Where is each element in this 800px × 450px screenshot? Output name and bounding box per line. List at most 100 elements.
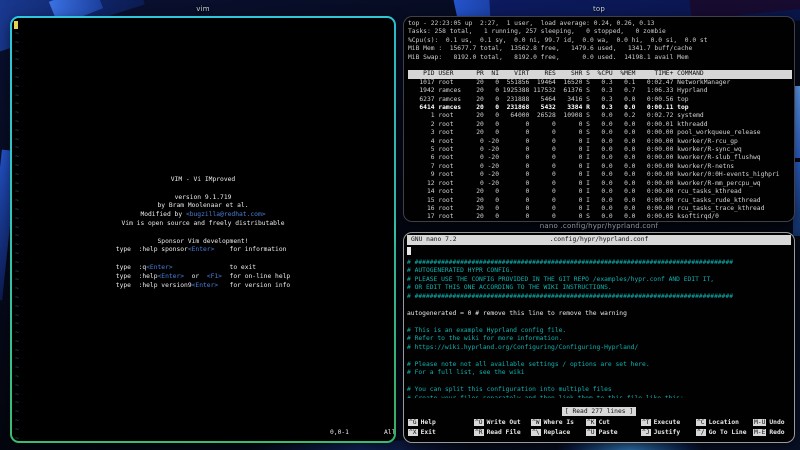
nano-cursor [407, 247, 411, 255]
terminal-text-line: for on-line help [221, 272, 291, 280]
terminal-text-line: Modified by <bugzilla@redhat.com> [140, 211, 265, 220]
window-title-nano: nano .config/hypr/hyprland.conf [539, 222, 659, 230]
shortcut-label: Exit [420, 429, 436, 436]
terminal-text-line [201, 229, 205, 236]
nano-shortcut-where-is: ^W Where Is [531, 418, 586, 428]
terminal-text-line: # https://wiki.hyprland.org/Configuring/… [407, 343, 639, 351]
top-terminal[interactable]: top - 22:23:05 up 2:27, 1 user, load ave… [404, 17, 794, 221]
terminal-text-line [201, 255, 205, 264]
nano-titlebar: GNU nano 7.2 .config/hypr/hyprland.conf [407, 235, 791, 245]
terminal-text-line: MiB Swap: 8192.0 total, 8192.0 free, 0.0… [408, 53, 689, 61]
terminal-text-line: for version info [218, 281, 291, 289]
terminal-text-line: 14 root 20 0 0 0 0 I 0.0 0.0 0:00.00 rcu… [408, 188, 742, 196]
shortcut-label: Read File [486, 429, 521, 436]
terminal-text-line [407, 352, 794, 361]
top-window[interactable]: top - 22:23:05 up 2:27, 1 user, load ave… [403, 16, 795, 222]
terminal-text-line: type :q<Enter> to exit [116, 264, 290, 273]
terminal-text-line: <Enter> [191, 281, 219, 289]
terminal-text-line: <Enter> [187, 246, 215, 254]
nano-shortcut-location: ^C Location [696, 418, 753, 428]
vim-statusline: 0,0-1 All [12, 429, 394, 438]
terminal-text-line: type :help sponsor [115, 246, 188, 254]
terminal-text-line: top - 22:23:05 up 2:27, 1 user, load ave… [408, 20, 655, 27]
terminal-text-line: ^X Exit ^R Read File ^\ Replace ^U Paste ^J Justi… [408, 428, 792, 438]
top-table-header: PID USER PR NI VIRT RES SHR S %CPU %MEM … [408, 70, 794, 79]
terminal-text-line: Tasks: 258 total, 1 running, 257 sleepin… [408, 28, 666, 36]
shortcut-key: ^K [586, 419, 596, 426]
nano-shortcut-justify: ^J Justify [641, 428, 696, 438]
shortcut-key: ^\ [531, 429, 541, 436]
shortcut-key: ^U [586, 429, 596, 436]
terminal-text-line: 3 root 20 0 0 0 0 S 0.0 0.0 0:00.00 pool… [408, 129, 761, 137]
terminal-text-line: MiB Mem : 15677.7 total, 13562.8 free, 1… [408, 45, 693, 53]
shortcut-key: ^X [408, 429, 418, 436]
terminal-text-line: by Bram Moolenaar et al. [157, 202, 249, 210]
shortcut-key: ^G [408, 419, 418, 426]
shortcut-label: Cut [598, 419, 610, 426]
terminal-text-line: # ######################################… [407, 292, 734, 300]
shortcut-key: ^R [474, 429, 484, 436]
terminal-text-line: Modified by [140, 211, 186, 219]
nano-editor-buffer[interactable]: # ######################################… [407, 247, 794, 398]
nano-shortcut-execute: ^T Execute [641, 418, 696, 428]
nano-shortcut-bar: ^G Help ^O Write Out ^W Where Is ^K Cut ^T Execut… [408, 418, 792, 440]
terminal-text-line: # ######################################… [407, 258, 734, 266]
terminal-text-line: # OR EDIT THIS ONE ACCORDING TO THE WIKI… [407, 284, 612, 291]
window-title-vim: vim [196, 5, 210, 13]
terminal-text-line: # AUTOGENERATED HYPR CONFIG. [407, 267, 514, 274]
shortcut-label: Location [708, 419, 739, 426]
nano-status-row: [ Read 277 lines ] [404, 398, 794, 417]
terminal-text-line [407, 247, 794, 259]
nano-terminal[interactable]: GNU nano 7.2 .config/hypr/hyprland.conf … [404, 233, 794, 442]
shortcut-label: Undo [769, 419, 785, 426]
terminal-text-line: # Please note not all available settings… [407, 360, 650, 368]
shortcut-key: M-U [753, 419, 767, 426]
terminal-text-line: type :help sponsor<Enter> for informatio… [116, 246, 290, 255]
terminal-text-line: 17 root 20 0 0 0 0 S 0.0 0.0 0:00.05 kso… [408, 213, 719, 221]
terminal-text-line: by Bram Moolenaar et al. [158, 202, 249, 211]
shortcut-key: ^W [531, 419, 541, 426]
terminal-text-line: 9 root 0 -20 0 0 0 I 0.0 0.0 0:00.00 kwo… [408, 171, 780, 179]
terminal-text-line: type :help version9<Enter> for version i… [116, 282, 290, 291]
terminal-text-line: to exit [172, 263, 291, 271]
vim-scroll-position: All [384, 429, 394, 436]
shortcut-key: ^C [696, 419, 706, 426]
vim-intro-text: VIM - Vi IMproved version 9.1.719 by Bram… [12, 176, 394, 290]
terminal-text-line: VIM - Vi IMproved [170, 176, 236, 183]
terminal-text-line: ^G Help ^O Write Out ^W Where Is ^K Cut ^T Execut… [408, 418, 792, 428]
terminal-text-line: # PLEASE USE THE CONFIG PROVIDED IN THE … [407, 275, 715, 283]
terminal-text-line [201, 229, 205, 238]
terminal-text-line: 7 root 0 -20 0 0 0 I 0.0 0.0 0:00.00 kwo… [408, 162, 735, 170]
vim-terminal[interactable]: ~ ~ ~ ~ ~ ~ ~ ~ ~ ~ ~ ~ ~ ~ ~ ~ ~ ~ ~ ~ … [12, 18, 394, 441]
terminal-text-line: 6237 ramces 20 0 231888 5464 3416 S 0.3 … [408, 95, 689, 103]
vim-window[interactable]: ~ ~ ~ ~ ~ ~ ~ ~ ~ ~ ~ ~ ~ ~ ~ ~ ~ ~ ~ ~ … [10, 16, 396, 443]
terminal-text-line: autogenerated = 0 # remove this line to … [407, 309, 627, 317]
terminal-text-line [201, 185, 205, 192]
shortcut-label: Help [420, 419, 436, 426]
nano-shortcut-write-out: ^O Write Out [474, 418, 531, 428]
nano-shortcut-exit: ^X Exit [408, 428, 474, 438]
terminal-text-line [407, 301, 794, 310]
terminal-text-line [201, 185, 205, 194]
terminal-text-line [407, 318, 794, 327]
terminal-text-line: 6414 ramces 20 0 231868 5432 3384 R 0.3 … [408, 104, 689, 112]
terminal-text-line: type :help<Enter> or <F1> for on-line he… [116, 273, 290, 282]
terminal-text-line: Sponsor Vim development! [158, 238, 249, 247]
nano-shortcut-undo: M-U Undo [753, 418, 792, 428]
terminal-text-line: 12 root 0 -20 0 0 0 I 0.0 0.0 0:00.00 kw… [408, 179, 761, 187]
shortcut-label: Write Out [486, 419, 521, 426]
nano-window[interactable]: GNU nano 7.2 .config/hypr/hyprland.conf … [403, 232, 795, 443]
nano-file-path: .config/hypr/hyprland.conf [549, 236, 649, 243]
terminal-text-line: <F1> [206, 272, 222, 280]
terminal-text-line: Vim is open source and freely distributa… [121, 219, 285, 227]
terminal-text-line [407, 378, 794, 387]
nano-shortcut-go-to-line: ^/Go To Line [696, 428, 753, 438]
terminal-text-line: for information [214, 246, 291, 254]
terminal-text-line: # Refer to the wiki for more information… [407, 335, 563, 342]
nano-shortcut-replace: ^\ Replace [531, 428, 586, 438]
terminal-text-line: version 9.1.719 [175, 194, 232, 203]
terminal-text-line: Vim is open source and freely distributa… [121, 220, 284, 229]
terminal-text-line: 1942 ramces 20 0 1925388 117532 61376 S … [408, 87, 708, 95]
terminal-text-line: 4 root 0 -20 0 0 0 I 0.0 0.0 0:00.00 kwo… [408, 137, 738, 145]
terminal-text-line: <Enter> [157, 272, 185, 280]
